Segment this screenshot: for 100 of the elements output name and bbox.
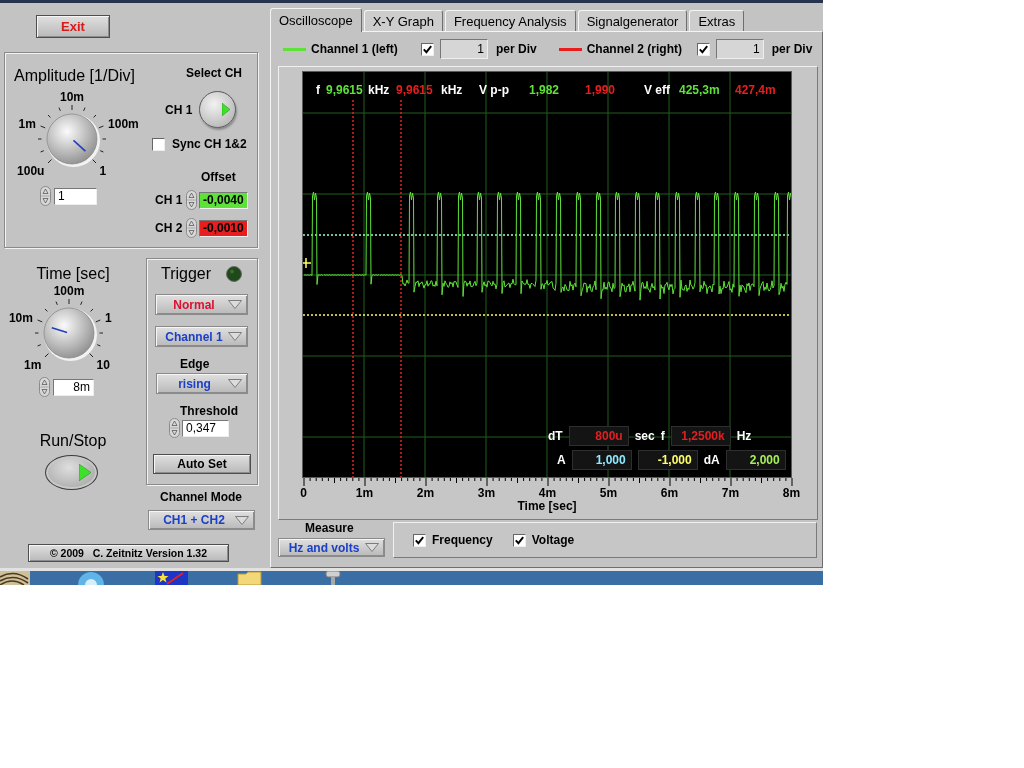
edge-dropdown[interactable]: rising: [156, 373, 248, 394]
checkmark-icon: [423, 44, 432, 54]
readout-unit: kHz: [441, 83, 464, 97]
readout-label: f: [316, 83, 321, 97]
tab[interactable]: Oscilloscope: [270, 8, 362, 32]
arcs-icon[interactable]: [0, 571, 30, 585]
panel-title: Trigger: [161, 264, 212, 284]
cursor-label: sec: [634, 429, 655, 443]
offset-field[interactable]: -0,0010: [199, 219, 248, 237]
tick-label: 2m: [416, 487, 435, 499]
amplitude-field[interactable]: 1: [54, 187, 97, 205]
measure-label: Measure: [305, 521, 354, 535]
readout-label: V eff: [644, 83, 671, 97]
peg-icon[interactable]: [325, 571, 341, 585]
checkbox-label: Voltage: [531, 533, 575, 547]
tick-label: 0: [300, 487, 307, 499]
run-stop-button[interactable]: [45, 455, 98, 490]
scale-field[interactable]: 1: [715, 39, 764, 59]
spin-arrows[interactable]: [186, 190, 197, 210]
cursor-label: A: [557, 453, 566, 467]
channel-name: Channel 1 (left): [311, 42, 399, 56]
caret-icon: [228, 300, 242, 309]
cursor-label: dT: [548, 429, 563, 443]
tab[interactable]: Signalgenerator: [577, 10, 688, 31]
checkmark-icon: [415, 535, 424, 545]
scale-label: 1m: [24, 357, 42, 372]
offset-title: Offset: [201, 170, 236, 184]
checkbox[interactable]: [413, 533, 426, 547]
select-channel-button[interactable]: [199, 91, 236, 128]
readout-value: 9,9615: [396, 83, 434, 97]
scale-label: 100m: [53, 284, 85, 298]
threshold-field[interactable]: 0,347: [182, 419, 229, 437]
tick-label: 5m: [599, 487, 618, 499]
scale-label: 10m: [60, 90, 84, 104]
panel-title: Time [sec]: [36, 264, 110, 284]
offset-field[interactable]: -0,0040: [199, 191, 248, 209]
cursor-value: 1,2500k: [670, 426, 731, 446]
panel-title: Run/Stop: [39, 431, 107, 451]
channel-label: CH 1: [155, 193, 184, 207]
scale-label: 10: [96, 357, 110, 372]
spin-arrows[interactable]: [186, 218, 197, 238]
cursor-value: 2,000: [725, 450, 786, 470]
spin-arrows[interactable]: [169, 418, 180, 438]
channel-mode-label: Channel Mode: [160, 490, 242, 504]
caret-icon: [235, 515, 249, 525]
axis-title: Time [sec]: [517, 499, 577, 513]
measure-dropdown[interactable]: Hz and volts: [278, 538, 385, 557]
cursor-label: f: [660, 429, 665, 443]
triangle-icon: [79, 464, 91, 481]
readout-value: 427,4m: [735, 83, 777, 97]
spin-arrows[interactable]: [40, 186, 51, 206]
tab[interactable]: Extras: [689, 10, 745, 31]
tab[interactable]: X-Y Graph: [363, 10, 443, 31]
checkbox[interactable]: [512, 533, 526, 547]
tick-label: 1m: [355, 487, 374, 499]
readout-label: V p-p: [479, 83, 510, 97]
spin-arrows[interactable]: [39, 377, 50, 397]
channel-mode-dropdown[interactable]: CH1 + CH2: [148, 510, 255, 530]
readout-unit: kHz: [368, 83, 391, 97]
folder-icon[interactable]: [237, 571, 263, 585]
cursor-value: 800u: [568, 426, 629, 446]
scale-label: 10m: [8, 311, 33, 326]
triangle-icon: [222, 103, 230, 116]
cursor-value: -1,000: [637, 450, 698, 470]
trigger-source-dropdown[interactable]: Channel 1: [155, 326, 248, 347]
readout-value: 1,990: [585, 83, 617, 97]
scale-field[interactable]: 1: [440, 39, 488, 59]
readout-value: 9,9615: [326, 83, 364, 97]
edge-label: Edge: [180, 357, 210, 371]
scale-label: 100m: [108, 117, 139, 132]
cross-marker-icon: [303, 257, 312, 269]
caret-icon: [228, 332, 242, 341]
star-tile-icon[interactable]: [155, 571, 188, 585]
scale-label: 100u: [17, 163, 45, 178]
tick-label: 6m: [660, 487, 679, 499]
checkbox[interactable]: [421, 42, 434, 56]
checkbox-label: Frequency: [432, 533, 493, 547]
cursor-label: Hz: [736, 429, 752, 443]
auto-set-button[interactable]: Auto Set: [153, 454, 251, 474]
tick-label: 4m: [538, 487, 557, 499]
checkbox[interactable]: [152, 137, 165, 151]
cursor-value: 1,000: [571, 450, 632, 470]
time-field[interactable]: 8m: [53, 378, 94, 396]
tick-label: 8m: [782, 487, 801, 499]
readout-value: 425,3m: [679, 83, 721, 97]
caret-icon: [365, 543, 379, 552]
checkmark-icon: [514, 535, 524, 545]
readout-value: 1,982: [529, 83, 561, 97]
scale-label: 1: [99, 163, 107, 178]
threshold-label: Threshold: [180, 404, 238, 418]
scale-label: 1: [105, 311, 112, 326]
cursor-label: dA: [703, 453, 720, 467]
tab[interactable]: Frequency Analysis: [444, 10, 576, 31]
unit-label: per Div: [771, 42, 813, 56]
channel-name: Channel 2 (right): [586, 42, 684, 56]
channel-label: CH 1: [165, 102, 194, 117]
caret-icon: [228, 379, 242, 388]
version-banner: © 2009 C. Zeitnitz Version 1.32: [28, 544, 229, 562]
checkbox[interactable]: [696, 42, 710, 56]
checkbox-label: Sync CH 1&2: [172, 137, 247, 151]
